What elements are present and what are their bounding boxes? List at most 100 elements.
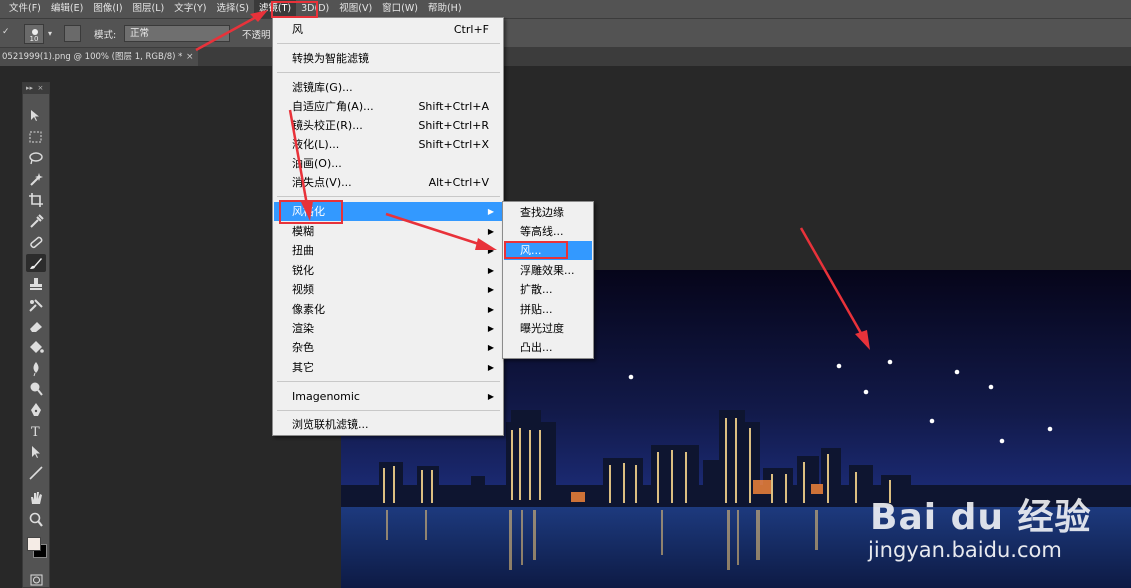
magic-wand-tool-icon[interactable] <box>26 170 46 188</box>
menu-separator <box>277 410 500 411</box>
menu-view[interactable]: 视图(V) <box>334 0 377 18</box>
menu-item-render[interactable]: 渲染 ▶ <box>274 319 502 338</box>
submenu-item-solarize[interactable]: 曝光过度 <box>504 319 592 338</box>
submenu-item-find-edges[interactable]: 查找边缘 <box>504 203 592 222</box>
brush-dropdown-icon[interactable]: ▾ <box>48 29 52 38</box>
submenu-item-trace-contour[interactable]: 等高线... <box>504 222 592 241</box>
baidu-watermark-logo: Bai du 经验 <box>870 497 1092 538</box>
menu-item-label: 渲染 <box>292 322 314 335</box>
brush-dot-icon <box>32 29 38 35</box>
history-brush-tool-icon[interactable] <box>26 296 46 314</box>
hand-tool-icon[interactable] <box>26 489 46 507</box>
brush-panel-icon[interactable] <box>64 25 81 42</box>
menu-item-label: Imagenomic <box>292 390 360 403</box>
menu-item-label: 模糊 <box>292 225 314 238</box>
menu-item-other[interactable]: 其它 ▶ <box>274 358 502 377</box>
foreground-background-colors[interactable] <box>26 535 50 559</box>
submenu-arrow-icon: ▶ <box>487 343 494 352</box>
menu-file[interactable]: 文件(F) <box>0 0 46 18</box>
healing-brush-tool-icon[interactable] <box>26 233 46 251</box>
menu-item-label: 风格化 <box>292 205 325 218</box>
zoom-tool-icon[interactable] <box>26 511 46 529</box>
eyedropper-tool-icon[interactable] <box>26 212 46 230</box>
menu-item-label: 风 <box>292 23 303 36</box>
menu-item-label: 像素化 <box>292 303 325 316</box>
menu-filter[interactable]: 滤镜(T) <box>253 0 297 18</box>
submenu-arrow-icon: ▶ <box>487 392 494 401</box>
path-selection-tool-icon[interactable] <box>26 443 46 461</box>
menu-item-convert-smart-filter[interactable]: 转换为智能滤镜 <box>274 49 502 68</box>
menu-separator <box>277 43 500 44</box>
menu-item-browse-online-filters[interactable]: 浏览联机滤镜... <box>274 415 502 434</box>
menu-item-filter-gallery[interactable]: 滤镜库(G)... <box>274 78 502 97</box>
dodge-tool-icon[interactable] <box>26 380 46 398</box>
clone-stamp-tool-icon[interactable] <box>26 275 46 293</box>
menu-item-video[interactable]: 视频 ▶ <box>274 280 502 299</box>
menu-item-shortcut: Alt+Ctrl+V <box>428 176 489 189</box>
menu-item-label: 镜头校正(R)... <box>292 119 363 132</box>
menu-select[interactable]: 选择(S) <box>211 0 253 18</box>
lasso-tool-icon[interactable] <box>26 149 46 167</box>
menu-separator <box>277 196 500 197</box>
stylize-submenu: 查找边缘 等高线... 风... 浮雕效果... 扩散... 拼贴... 曝光过… <box>502 201 594 359</box>
line-tool-icon[interactable] <box>26 464 46 482</box>
document-tab-title: 0521999(1).png @ 100% (图层 1, RGB/8) * <box>2 52 183 62</box>
submenu-arrow-icon: ▶ <box>487 207 494 216</box>
filter-menu: 风 Ctrl+F 转换为智能滤镜 滤镜库(G)... 自适应广角(A)... S… <box>272 17 504 436</box>
menu-item-shortcut: Shift+Ctrl+X <box>418 138 489 151</box>
options-bar: ✓ 10 ▾ 模式: 正常 不透明 <box>0 18 1131 48</box>
tool-preset-chevron-icon[interactable]: ✓ <box>2 27 10 37</box>
menu-item-imagenomic[interactable]: Imagenomic ▶ <box>274 387 502 406</box>
submenu-item-wind[interactable]: 风... <box>504 241 592 260</box>
submenu-item-emboss[interactable]: 浮雕效果... <box>504 261 592 280</box>
brush-size-preview[interactable]: 10 <box>24 24 44 44</box>
foreground-color-swatch[interactable] <box>27 537 41 551</box>
type-tool-icon[interactable]: T <box>26 422 46 440</box>
submenu-item-tiles[interactable]: 拼贴... <box>504 300 592 319</box>
menu-help[interactable]: 帮助(H) <box>423 0 467 18</box>
menu-item-adaptive-wide-angle[interactable]: 自适应广角(A)... Shift+Ctrl+A <box>274 97 502 116</box>
submenu-arrow-icon: ▶ <box>487 227 494 236</box>
menu-item-oil-paint[interactable]: 油画(O)... <box>274 154 502 173</box>
menu-type[interactable]: 文字(Y) <box>169 0 211 18</box>
opacity-label: 不透明 <box>242 30 271 41</box>
tools-panel-header[interactable]: ▸▸ × <box>23 83 49 94</box>
menu-item-shortcut: Ctrl+F <box>453 23 489 36</box>
menu-item-distort[interactable]: 扭曲 ▶ <box>274 241 502 260</box>
menu-item-liquify[interactable]: 液化(L)... Shift+Ctrl+X <box>274 135 502 154</box>
menu-item-noise[interactable]: 杂色 ▶ <box>274 338 502 357</box>
quick-mask-icon[interactable] <box>26 571 46 588</box>
close-icon[interactable]: × <box>186 48 194 66</box>
move-tool-icon[interactable] <box>26 107 46 125</box>
submenu-arrow-icon: ▶ <box>487 285 494 294</box>
marquee-tool-icon[interactable] <box>26 128 46 146</box>
menu-layer[interactable]: 图层(L) <box>128 0 170 18</box>
menu-item-last-filter[interactable]: 风 Ctrl+F <box>274 20 502 39</box>
blur-tool-icon[interactable] <box>26 359 46 377</box>
menu-3d[interactable]: 3D(D) <box>296 0 334 18</box>
menu-item-lens-correction[interactable]: 镜头校正(R)... Shift+Ctrl+R <box>274 116 502 135</box>
pen-tool-icon[interactable] <box>26 401 46 419</box>
menu-edit[interactable]: 编辑(E) <box>46 0 88 18</box>
menu-window[interactable]: 窗口(W) <box>377 0 423 18</box>
eraser-tool-icon[interactable] <box>26 317 46 335</box>
menu-item-sharpen[interactable]: 锐化 ▶ <box>274 261 502 280</box>
document-tab[interactable]: 0521999(1).png @ 100% (图层 1, RGB/8) * × <box>0 48 198 66</box>
submenu-item-diffuse[interactable]: 扩散... <box>504 280 592 299</box>
baidu-watermark-url: jingyan.baidu.com <box>868 538 1062 562</box>
submenu-item-extrude[interactable]: 凸出... <box>504 338 592 357</box>
paint-bucket-tool-icon[interactable] <box>26 338 46 356</box>
menu-item-label: 转换为智能滤镜 <box>292 52 369 65</box>
menu-image[interactable]: 图像(I) <box>88 0 127 18</box>
menu-item-label: 自适应广角(A)... <box>292 100 374 113</box>
menu-item-label: 扭曲 <box>292 244 314 257</box>
crop-tool-icon[interactable] <box>26 191 46 209</box>
menu-separator <box>277 381 500 382</box>
menu-item-blur[interactable]: 模糊 ▶ <box>274 222 502 241</box>
menu-item-pixelate[interactable]: 像素化 ▶ <box>274 300 502 319</box>
menu-item-stylize[interactable]: 风格化 ▶ <box>274 202 502 221</box>
brush-tool-icon[interactable] <box>26 254 46 272</box>
mode-select[interactable]: 正常 <box>124 25 230 42</box>
menu-separator <box>277 72 500 73</box>
menu-item-vanishing-point[interactable]: 消失点(V)... Alt+Ctrl+V <box>274 173 502 192</box>
